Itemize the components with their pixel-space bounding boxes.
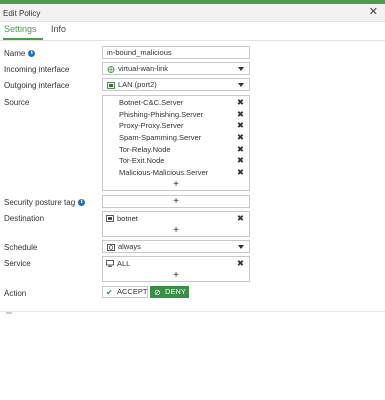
chevron-down-icon [238, 83, 244, 87]
info-icon[interactable]: i [28, 50, 36, 58]
source-entry-label: Botnet-C&C.Server [119, 98, 184, 107]
source-entry: Tor-Relay.Node ✖ [103, 144, 249, 156]
source-label: Source [4, 98, 30, 107]
schedule-value: always [118, 242, 141, 251]
add-source-button[interactable]: + [103, 179, 249, 191]
name-label-text: Name [4, 49, 26, 58]
deny-button[interactable]: ⊘ DENY [150, 286, 189, 298]
incoming-interface-value: virtual-wan-link [118, 64, 169, 73]
source-entry-label: Phishing-Phishing.Server [119, 109, 204, 119]
destination-entry-label: botnet [117, 214, 138, 223]
source-entry-label: Malicious-Malicious.Server [119, 168, 209, 178]
action-label: Action [4, 289, 27, 298]
posture-tag-label: Security posture tag i [4, 198, 86, 207]
source-list[interactable]: Botnet-C&C.Server ✖ Phishing-Phishing.Se… [102, 95, 250, 191]
remove-icon[interactable]: ✖ [237, 132, 244, 144]
add-service-button[interactable]: + [103, 270, 249, 282]
schedule-select[interactable]: always [102, 240, 250, 253]
remove-icon[interactable]: ✖ [237, 258, 244, 270]
remove-icon[interactable]: ✖ [237, 109, 244, 121]
name-value: in-bound_malicious [107, 48, 172, 57]
tabs-divider [0, 40, 385, 41]
add-destination-button[interactable]: + [103, 225, 249, 237]
source-entry: Proxy-Proxy.Server ✖ [103, 120, 249, 132]
posture-tag-field[interactable]: + [102, 195, 250, 208]
address-icon [106, 215, 114, 222]
source-entry-label: Tor-Exit.Node [119, 156, 165, 166]
source-entry-label: Tor-Relay.Node [119, 144, 171, 154]
source-entry: Tor-Exit.Node ✖ [103, 155, 249, 167]
source-entry: Phishing-Phishing.Server ✖ [103, 109, 249, 121]
info-icon[interactable]: i [78, 199, 86, 207]
service-entry: ALL ✖ [103, 258, 249, 270]
destination-label: Destination [4, 214, 45, 223]
outgoing-interface-select[interactable]: LAN (port2) [102, 78, 250, 91]
remove-icon[interactable]: ✖ [237, 97, 244, 109]
service-list[interactable]: ALL ✖ + [102, 256, 250, 282]
schedule-icon [107, 244, 115, 251]
destination-entry: botnet ✖ [103, 213, 249, 225]
source-entry: Spam-Spamming.Server ✖ [103, 132, 249, 144]
destination-list[interactable]: botnet ✖ + [102, 211, 250, 237]
dialog-title: Edit Policy [3, 9, 41, 18]
remove-icon[interactable]: ✖ [237, 144, 244, 156]
remove-icon[interactable]: ✖ [237, 167, 244, 179]
outgoing-interface-value: LAN (port2) [118, 80, 157, 89]
section-divider [0, 311, 385, 312]
port-icon [107, 82, 115, 89]
chevron-down-icon [238, 67, 244, 71]
remove-icon[interactable]: ✖ [237, 213, 244, 225]
chevron-down-icon [238, 245, 244, 249]
wan-icon [107, 66, 115, 73]
add-posture-tag-button[interactable]: + [103, 196, 249, 208]
service-label: Service [4, 259, 31, 268]
posture-tag-label-text: Security posture tag [4, 198, 76, 207]
accept-label: ACCEPT [117, 287, 148, 296]
service-entry-label: ALL [117, 259, 131, 268]
outgoing-interface-label: Outgoing interface [4, 81, 70, 90]
schedule-label: Schedule [4, 243, 38, 252]
deny-label: DENY [165, 287, 186, 296]
dialog-titlebar: Edit Policy ✕ [0, 4, 385, 22]
source-entry-label: Spam-Spamming.Server [119, 133, 202, 143]
service-icon [106, 260, 114, 267]
accept-button[interactable]: ✔ ACCEPT [102, 286, 148, 298]
remove-icon[interactable]: ✖ [237, 155, 244, 167]
name-label: Name i [4, 49, 36, 58]
incoming-interface-select[interactable]: virtual-wan-link [102, 62, 250, 75]
deny-icon: ⊘ [154, 288, 161, 297]
incoming-interface-label: Incoming interface [4, 65, 70, 74]
check-icon: ✔ [106, 288, 113, 297]
source-entry: Botnet-C&C.Server ✖ [103, 97, 249, 109]
remove-icon[interactable]: ✖ [237, 120, 244, 132]
tab-settings[interactable]: Settings [4, 24, 37, 34]
source-entry: Malicious-Malicious.Server ✖ [103, 167, 249, 179]
source-entry-label: Proxy-Proxy.Server [119, 121, 184, 131]
collapse-handle [6, 312, 12, 314]
close-icon[interactable]: ✕ [369, 7, 378, 18]
tab-info[interactable]: Info [51, 24, 66, 34]
name-field[interactable]: in-bound_malicious [102, 46, 250, 59]
